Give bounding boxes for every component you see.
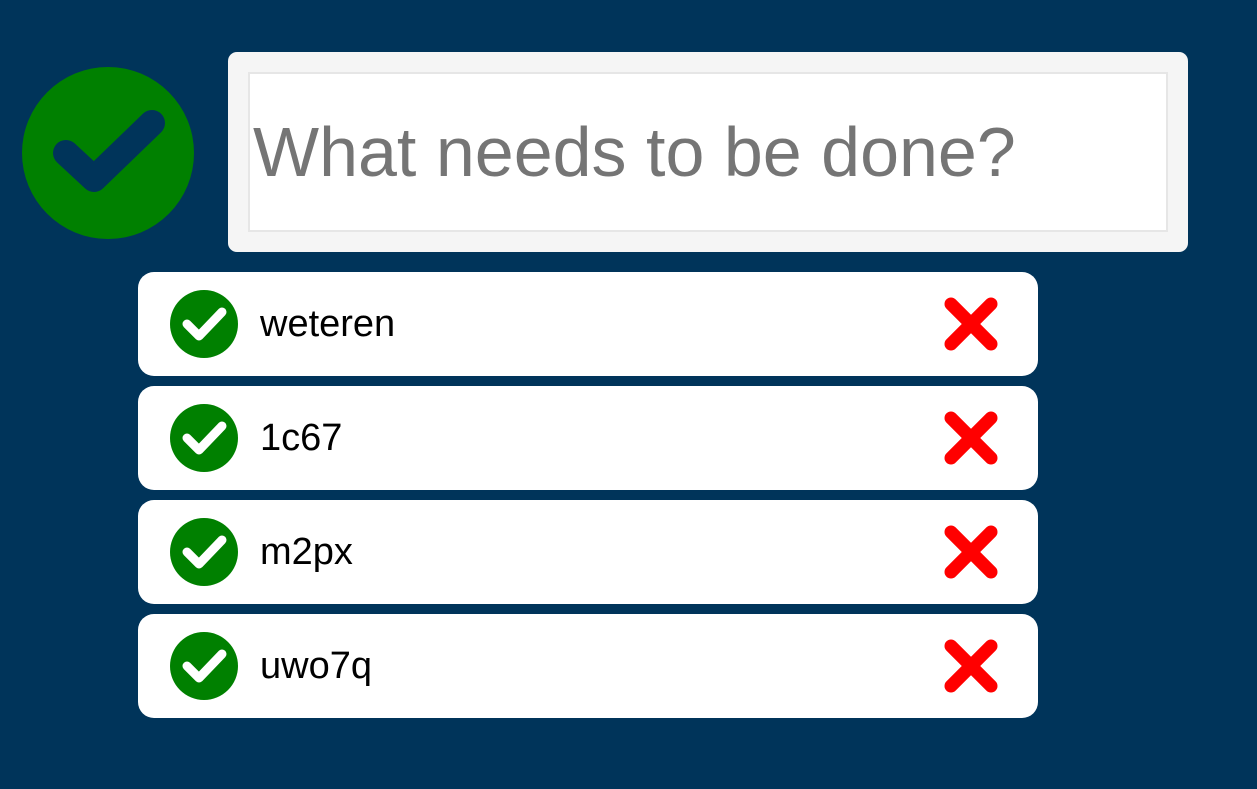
- todo-label: 1c67: [260, 417, 343, 459]
- delete-button[interactable]: [942, 295, 1000, 353]
- toggle-all-button[interactable]: [22, 67, 194, 239]
- check-circle-icon: [170, 290, 238, 358]
- delete-button[interactable]: [942, 409, 1000, 467]
- complete-circle: [170, 290, 238, 358]
- todo-item: uwo7q: [138, 614, 1038, 718]
- x-icon: [944, 639, 998, 693]
- x-icon: [944, 297, 998, 351]
- delete-button[interactable]: [942, 523, 1000, 581]
- check-circle-icon: [170, 518, 238, 586]
- x-icon: [944, 411, 998, 465]
- complete-circle: [170, 632, 238, 700]
- new-todo-input[interactable]: [248, 72, 1168, 232]
- todo-list: weteren 1c67 m2px uwo7q: [138, 272, 1038, 728]
- complete-button[interactable]: [170, 632, 238, 700]
- todo-label: uwo7q: [260, 645, 372, 687]
- todo-label: m2px: [260, 531, 353, 573]
- todo-label: weteren: [260, 303, 396, 345]
- complete-button[interactable]: [170, 290, 238, 358]
- check-circle-icon: [170, 632, 238, 700]
- x-icon: [944, 525, 998, 579]
- new-todo-container: [228, 52, 1188, 252]
- delete-button[interactable]: [942, 637, 1000, 695]
- todo-app: weteren 1c67: [0, 0, 1257, 789]
- check-circle-icon: [170, 404, 238, 472]
- todo-item: 1c67: [138, 386, 1038, 490]
- complete-circle: [170, 518, 238, 586]
- complete-button[interactable]: [170, 518, 238, 586]
- todo-item: weteren: [138, 272, 1038, 376]
- complete-button[interactable]: [170, 404, 238, 472]
- todo-item: m2px: [138, 500, 1038, 604]
- check-circle-icon: [22, 67, 194, 239]
- complete-circle: [170, 404, 238, 472]
